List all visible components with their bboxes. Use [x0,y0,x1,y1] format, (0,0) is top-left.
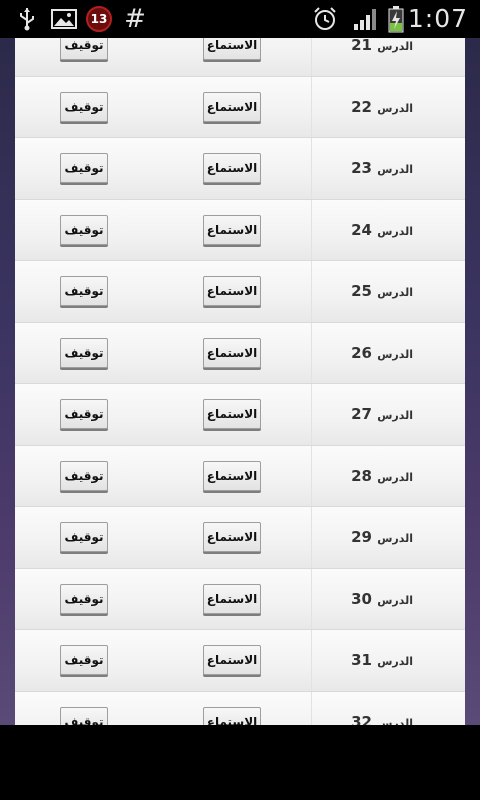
column-divider [311,261,312,322]
column-divider [311,507,312,568]
column-divider [311,138,312,199]
lesson-word: الدرس [377,224,413,238]
stop-button[interactable]: توقيف [60,460,108,491]
lesson-word: الدرس [377,532,413,545]
lesson-label: الدرس 30 [351,569,413,630]
listen-button[interactable]: الاستماع [203,214,261,245]
listen-button[interactable]: الاستماع [203,583,261,614]
stop-button[interactable]: توقيف [60,214,108,245]
lessons-list[interactable]: الدرس 21 الاستماع توقيف الدرس 22 الاستماع توق… [15,38,465,725]
listen-button[interactable]: الاستماع [203,38,261,60]
lesson-label: الدرس 31 [351,630,413,691]
listen-button[interactable]: الاستماع [203,706,261,725]
lesson-label: الدرس 25 [351,261,413,322]
status-bar: 13 # 1:07 [0,0,480,38]
stop-button[interactable]: توقيف [60,522,108,552]
column-divider [311,322,312,383]
lesson-word: الدرس [377,347,413,361]
list-item: الدرس 24 الاستماع توقيف [15,199,465,261]
lesson-label: الدرس 26 [351,323,413,384]
lesson-label: الدرس 22 [351,77,413,138]
stop-button[interactable]: توقيف [60,337,108,368]
stop-button[interactable]: توقيف [60,153,108,183]
list-item: الدرس 26 الاستماع توقيف [15,322,465,384]
listen-button[interactable]: الاستماع [203,276,261,306]
column-divider [311,568,312,629]
image-icon [50,0,78,38]
listen-button[interactable]: الاستماع [203,399,261,429]
list-item: الدرس 32 الاستماع توقيف [15,691,465,726]
usb-icon [14,0,40,38]
hash-icon: # [124,4,146,34]
lesson-number: 26 [351,343,372,362]
list-item: الدرس 25 الاستماع توقيف [15,261,465,323]
lesson-word: الدرس [377,716,413,726]
lesson-number: 23 [351,159,372,177]
lesson-number: 22 [351,97,372,116]
lesson-number: 21 [351,38,372,54]
stop-button[interactable]: توقيف [60,706,108,725]
lesson-number: 27 [351,405,372,423]
column-divider [311,76,312,137]
lesson-word: الدرس [377,286,413,299]
stop-button[interactable]: توقيف [60,645,108,675]
column-divider [311,38,312,76]
bottom-bar [0,725,480,800]
stop-button[interactable]: توقيف [60,276,108,306]
listen-button[interactable]: الاستماع [203,522,261,552]
lesson-word: الدرس [377,163,413,176]
clock-time: 1:07 [407,4,468,33]
lesson-word: الدرس [377,593,413,607]
lesson-word: الدرس [377,655,413,668]
lesson-number: 31 [351,651,372,669]
stop-button[interactable]: توقيف [60,91,108,122]
list-item: الدرس 28 الاستماع توقيف [15,445,465,507]
listen-button[interactable]: الاستماع [203,337,261,368]
listen-button[interactable]: الاستماع [203,91,261,122]
stop-button[interactable]: توقيف [60,38,108,60]
lesson-number: 29 [351,528,372,546]
signal-icon [350,0,380,38]
lesson-label: الدرس 27 [351,384,413,445]
column-divider [311,691,312,725]
alarm-icon [310,0,340,38]
lesson-number: 28 [351,466,372,485]
lesson-label: الدرس 28 [351,446,413,507]
battery-charging-icon [386,0,406,38]
lesson-label: الدرس 23 [351,138,413,199]
lesson-label: الدرس 21 [351,38,413,76]
column-divider [311,445,312,506]
notification-count: 13 [86,6,112,32]
list-item: الدرس 21 الاستماع توقيف [15,38,465,77]
lesson-label: الدرس 24 [351,200,413,261]
lesson-label: الدرس 29 [351,507,413,568]
list-item: الدرس 29 الاستماع توقيف [15,507,465,569]
listen-button[interactable]: الاستماع [203,645,261,675]
list-item: الدرس 27 الاستماع توقيف [15,384,465,446]
list-item: الدرس 31 الاستماع توقيف [15,630,465,692]
lesson-word: الدرس [377,409,413,422]
column-divider [311,199,312,260]
lessons-list-inner: الدرس 21 الاستماع توقيف الدرس 22 الاستماع توق… [15,38,465,725]
lesson-number: 25 [351,282,372,300]
notification-badge-icon: 13 [86,0,112,38]
lesson-word: الدرس [377,470,413,484]
lesson-word: الدرس [377,40,413,53]
lesson-label: الدرس 32 [351,692,413,726]
listen-button[interactable]: الاستماع [203,460,261,491]
stop-button[interactable]: توقيف [60,399,108,429]
lesson-word: الدرس [377,101,413,115]
stop-button[interactable]: توقيف [60,583,108,614]
lesson-number: 32 [351,712,372,726]
list-item: الدرس 22 الاستماع توقيف [15,76,465,138]
column-divider [311,384,312,445]
list-item: الدرس 23 الاستماع توقيف [15,138,465,200]
list-item: الدرس 30 الاستماع توقيف [15,568,465,630]
column-divider [311,630,312,691]
listen-button[interactable]: الاستماع [203,153,261,183]
lesson-number: 30 [351,589,372,608]
lesson-number: 24 [351,220,372,239]
